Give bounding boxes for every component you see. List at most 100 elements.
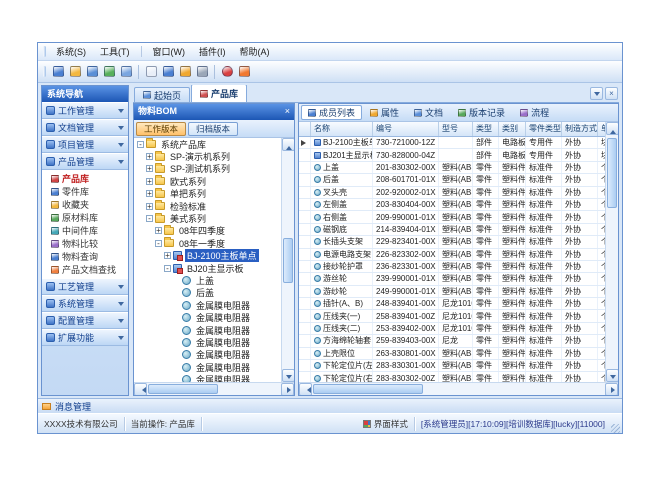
expander-icon[interactable]: - bbox=[146, 215, 153, 222]
column-header[interactable]: 名称 bbox=[311, 122, 373, 136]
version-tab[interactable]: 工作版本 bbox=[136, 122, 186, 136]
tree-node[interactable]: 金属膜电阻器 bbox=[134, 299, 281, 311]
menu-item[interactable]: 窗口(W) bbox=[146, 43, 193, 60]
scroll-right-button[interactable] bbox=[281, 383, 294, 396]
detail-tab[interactable]: 属性 bbox=[363, 105, 406, 120]
detail-tab[interactable]: 版本记录 bbox=[451, 105, 512, 120]
grid-hscrollbar[interactable] bbox=[299, 382, 618, 395]
tree-hscrollbar[interactable] bbox=[134, 382, 294, 395]
sidebar-group[interactable]: 工艺管理 bbox=[42, 278, 128, 295]
table-row[interactable]: 压线夹(二)253-839402-00X尼龙1010零件塑料件标准件外协个 bbox=[299, 323, 605, 335]
table-row[interactable]: 后盖208-601701-01X塑料(ABS)零件塑料件标准件外协个 bbox=[299, 174, 605, 186]
sidebar-item[interactable]: 产品文档查找 bbox=[42, 263, 128, 276]
column-header[interactable]: 类型 bbox=[473, 122, 499, 136]
tree-node[interactable]: 金属膜电阻器 bbox=[134, 311, 281, 323]
home-icon[interactable] bbox=[50, 63, 66, 80]
expander-icon[interactable]: + bbox=[155, 227, 162, 234]
table-row[interactable]: 游丝轮239-990001-01X塑料(ABS)零件塑料件标准件外协个 bbox=[299, 273, 605, 285]
table-row[interactable]: 长插头支架229-823401-00X塑料(ABS)零件塑料件标准件外协个 bbox=[299, 236, 605, 248]
document-tab[interactable]: 起始页 bbox=[134, 87, 190, 102]
tree-node[interactable]: +检验标准 bbox=[134, 200, 281, 212]
table-row[interactable]: BJ-2100主板单点730-721000-12Z部件电路板专用件外协块 bbox=[299, 137, 605, 149]
resize-grip[interactable] bbox=[611, 424, 620, 433]
scroll-thumb[interactable] bbox=[313, 384, 423, 394]
column-header[interactable]: 型号 bbox=[439, 122, 473, 136]
menu-item[interactable]: 系统(S) bbox=[49, 43, 93, 60]
detail-tab[interactable]: 流程 bbox=[513, 105, 556, 120]
table-row[interactable]: 下轮定位片(左)283-830301-00X塑料(ABS)零件塑料件标准件外协个 bbox=[299, 360, 605, 372]
expander-icon[interactable]: - bbox=[164, 265, 171, 272]
search-icon[interactable] bbox=[118, 63, 134, 80]
new-document-icon[interactable] bbox=[143, 63, 159, 80]
table-row[interactable]: 方海绵轮轴套259-839403-00X尼龙零件塑料件标准件外协个 bbox=[299, 335, 605, 347]
scroll-thumb[interactable] bbox=[607, 138, 617, 208]
expander-icon[interactable]: + bbox=[146, 165, 153, 172]
tree-node[interactable]: 上盖 bbox=[134, 274, 281, 286]
table-row[interactable]: 右侧盖209-990001-01X塑料(ABS)零件塑料件标准件外协个 bbox=[299, 211, 605, 223]
version-tab[interactable]: 归档版本 bbox=[188, 122, 238, 136]
expander-icon[interactable]: - bbox=[137, 141, 144, 148]
table-row[interactable]: 左侧盖203-830404-00X塑料(ABS)零件塑料件标准件外协个 bbox=[299, 199, 605, 211]
save-icon[interactable] bbox=[84, 63, 100, 80]
expander-icon[interactable]: + bbox=[146, 190, 153, 197]
tree-node[interactable]: -系统产品库 bbox=[134, 138, 281, 150]
settings-icon[interactable] bbox=[194, 63, 210, 80]
expander-icon[interactable]: + bbox=[164, 252, 171, 259]
tree-node[interactable]: 后盖 bbox=[134, 287, 281, 299]
tree-node[interactable]: +BJ-2100主板单点 bbox=[134, 250, 281, 262]
menu-item[interactable]: 插件(I) bbox=[192, 43, 233, 60]
table-row[interactable]: 上盖201-830302-00X塑料(ABS)零件塑料件标准件外协个 bbox=[299, 162, 605, 174]
open-folder-icon[interactable] bbox=[67, 63, 83, 80]
tree-node[interactable]: +欧式系列 bbox=[134, 175, 281, 187]
sidebar-group[interactable]: 系统管理 bbox=[42, 295, 128, 312]
expander-icon[interactable]: + bbox=[146, 203, 153, 210]
sidebar-item[interactable]: 物料查询 bbox=[42, 250, 128, 263]
scroll-left-button[interactable] bbox=[134, 383, 147, 396]
sidebar-group[interactable]: 文档管理 bbox=[42, 119, 128, 136]
tab-list-button[interactable] bbox=[590, 87, 603, 100]
tree-node[interactable]: 金属膜电阻器 bbox=[134, 336, 281, 348]
sidebar-item[interactable]: 产品库 bbox=[42, 172, 128, 185]
exit-icon[interactable] bbox=[236, 63, 252, 80]
scroll-thumb[interactable] bbox=[283, 238, 293, 283]
sidebar-item[interactable]: 物料比较 bbox=[42, 237, 128, 250]
column-header[interactable]: 制造方式 bbox=[562, 122, 598, 136]
column-header[interactable] bbox=[299, 122, 311, 136]
grid-view-icon[interactable] bbox=[160, 63, 176, 80]
table-row[interactable]: 上壳限位263-830801-00X塑料(ABS)零件塑料件标准件外协个 bbox=[299, 348, 605, 360]
tree-node[interactable]: +SP-演示机系列 bbox=[134, 150, 281, 162]
sidebar-item[interactable]: 收藏夹 bbox=[42, 198, 128, 211]
tree-node[interactable]: -08年一季度 bbox=[134, 237, 281, 249]
column-header[interactable]: 编号 bbox=[373, 122, 439, 136]
scroll-up-button[interactable] bbox=[282, 138, 294, 151]
tree-node[interactable]: -BJ20主显示板 bbox=[134, 262, 281, 274]
scroll-down-button[interactable] bbox=[282, 369, 294, 382]
status-style[interactable]: 界面样式 bbox=[357, 417, 415, 431]
tree-node[interactable]: +单把系列 bbox=[134, 188, 281, 200]
menu-item[interactable]: 帮助(A) bbox=[233, 43, 277, 60]
sidebar-group[interactable]: 项目管理 bbox=[42, 136, 128, 153]
tree-node[interactable]: +SP-测试机系列 bbox=[134, 163, 281, 175]
expander-icon[interactable]: + bbox=[146, 153, 153, 160]
column-header[interactable]: 类别 bbox=[499, 122, 526, 136]
tree-node[interactable]: 金属膜电阻器 bbox=[134, 324, 281, 336]
tree-vscrollbar[interactable] bbox=[281, 138, 294, 382]
record-icon[interactable] bbox=[219, 63, 235, 80]
tree-node[interactable]: 金属膜电阻器 bbox=[134, 349, 281, 361]
grid-vscrollbar[interactable] bbox=[605, 122, 618, 382]
mail-icon[interactable] bbox=[177, 63, 193, 80]
table-row[interactable]: 电源电路支架226-823302-00X塑料(ABS)零件塑料件标准件外协个 bbox=[299, 249, 605, 261]
sidebar-group[interactable]: 产品管理 bbox=[42, 153, 128, 170]
column-header[interactable]: 单位 bbox=[598, 122, 605, 136]
message-panel-bar[interactable]: 消息管理 bbox=[38, 398, 622, 413]
scroll-up-button[interactable] bbox=[606, 122, 618, 135]
table-row[interactable]: 游纱轮249-990001-01X塑料(ABS)零件塑料件标准件外协个 bbox=[299, 286, 605, 298]
document-tab[interactable]: 产品库 bbox=[191, 85, 247, 102]
sidebar-item[interactable]: 零件库 bbox=[42, 185, 128, 198]
table-row[interactable]: 叉头壳202-920002-01X塑料(ABS)零件塑料件标准件外协个 bbox=[299, 187, 605, 199]
tree-node[interactable]: 金属膜电阻器 bbox=[134, 361, 281, 373]
tree-node[interactable]: +08年四季度 bbox=[134, 225, 281, 237]
table-row[interactable]: 压线夹(一)258-839401-00Z尼龙1010零件塑料件标准件外协个 bbox=[299, 310, 605, 322]
scroll-down-button[interactable] bbox=[606, 369, 618, 382]
tab-close-button[interactable]: × bbox=[605, 87, 618, 100]
